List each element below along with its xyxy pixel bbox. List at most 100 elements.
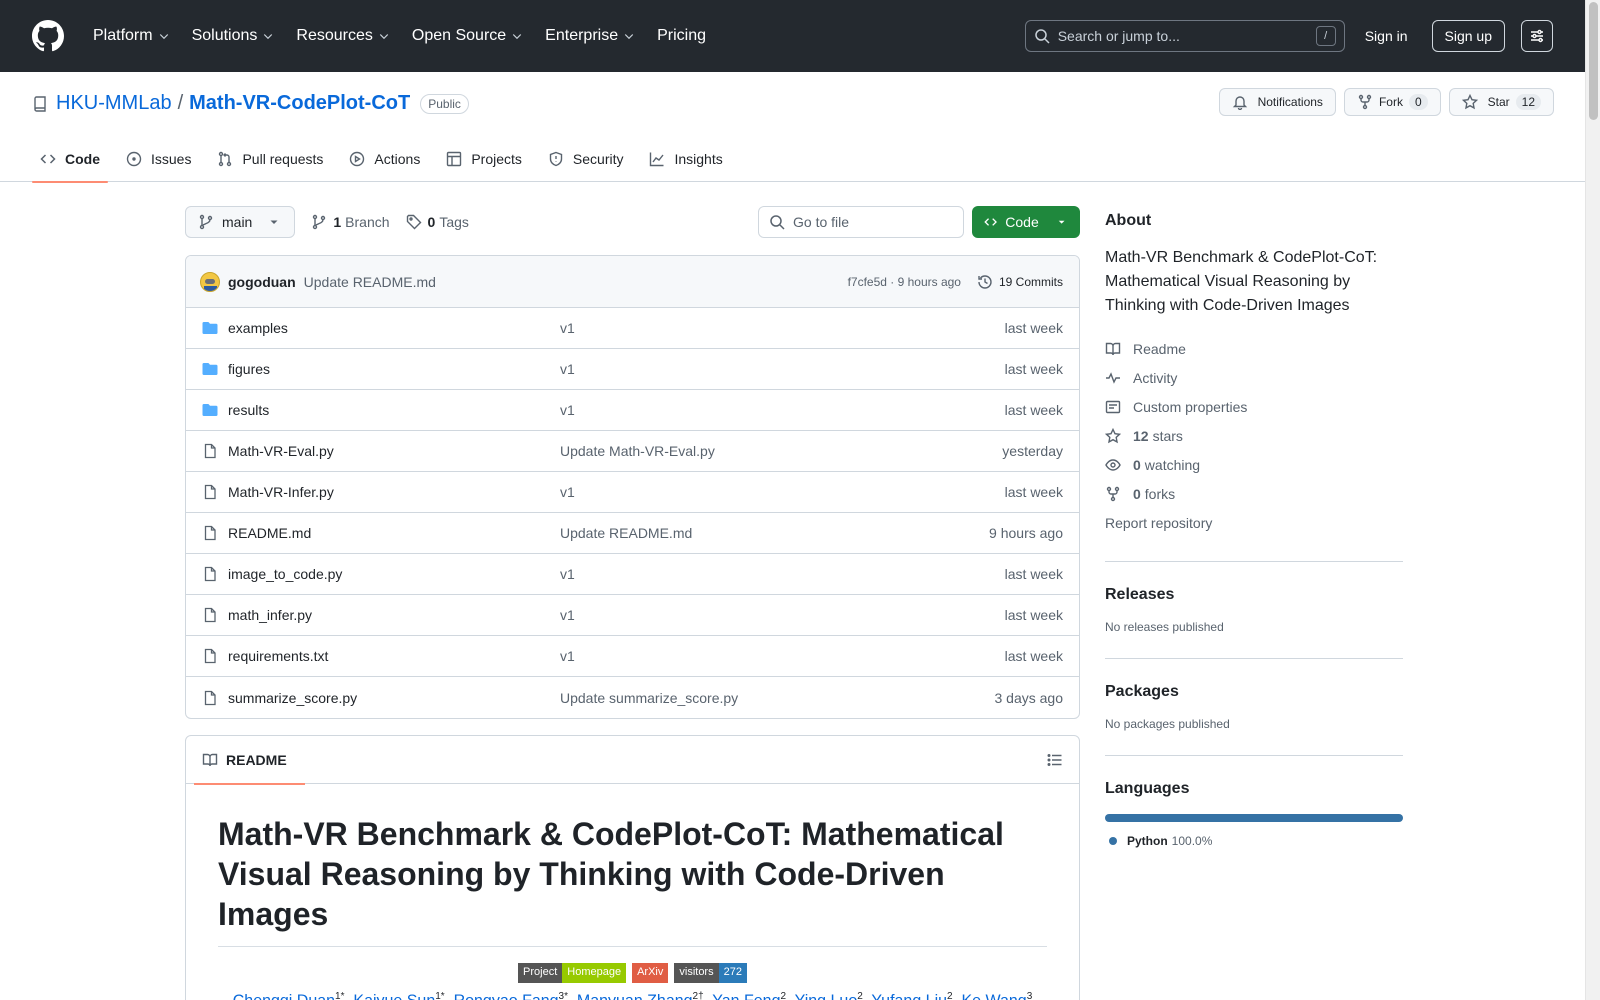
author-link[interactable]: Yan Feng (712, 992, 780, 1000)
stars-label: stars (1152, 427, 1183, 444)
file-commit-message-link[interactable]: v1 (560, 320, 1005, 336)
tab-security[interactable]: Security (540, 136, 632, 182)
author-link[interactable]: Yufang Liu (871, 992, 947, 1000)
table-row[interactable]: summarize_score.py Update summarize_score… (186, 677, 1079, 718)
report-repository-link[interactable]: Report repository (1105, 508, 1403, 537)
releases-heading[interactable]: Releases (1105, 586, 1403, 604)
nav-pricing-label: Pricing (657, 27, 706, 44)
tags-link[interactable]: 0 Tags (406, 214, 469, 230)
file-commit-message-link[interactable]: v1 (560, 484, 1005, 500)
tab-insights[interactable]: Insights (641, 136, 730, 182)
file-commit-message-link[interactable]: v1 (560, 402, 1005, 418)
file-name-link[interactable]: figures (228, 361, 560, 377)
table-row[interactable]: README.md Update README.md 9 hours ago (186, 513, 1079, 554)
badge-visitors-label: visitors (674, 963, 719, 983)
table-row[interactable]: examples v1 last week (186, 308, 1079, 349)
table-row[interactable]: results v1 last week (186, 390, 1079, 431)
activity-link-label: Activity (1133, 369, 1178, 386)
code-dropdown-button[interactable]: Code (972, 206, 1080, 238)
tab-projects[interactable]: Projects (438, 136, 530, 182)
author-link[interactable]: Rongyao Fang (454, 992, 559, 1000)
table-row[interactable]: requirements.txt v1 last week (186, 636, 1079, 677)
github-logo-icon[interactable] (32, 20, 64, 52)
repo-name-link[interactable]: Math-VR-CodePlot-CoT (189, 92, 410, 115)
readme-tab[interactable]: README (194, 736, 305, 785)
author-link[interactable]: Ying Luo (795, 992, 858, 1000)
list-unordered-icon[interactable] (1047, 752, 1063, 768)
go-to-file-placeholder: Go to file (793, 214, 850, 230)
file-commit-message-link[interactable]: v1 (560, 566, 1005, 582)
commit-author-link[interactable]: gogoduan (228, 274, 296, 290)
visitors-badge[interactable]: visitors 272 (674, 963, 747, 983)
tab-actions[interactable]: Actions (341, 136, 428, 182)
branches-link[interactable]: 1 Branch (311, 214, 390, 230)
file-commit-message-link[interactable]: v1 (560, 607, 1005, 623)
divider (1105, 755, 1403, 756)
watching-link[interactable]: 0 watching (1105, 450, 1403, 479)
badge-row: Project Homepage ArXiv visitors 272 (218, 963, 1047, 983)
author-link[interactable]: Chengqi Duan (233, 992, 335, 1000)
chevron-down-icon (159, 34, 168, 40)
commit-sha-time[interactable]: f7cfe5d · 9 hours ago (848, 275, 961, 289)
table-row[interactable]: math_infer.py v1 last week (186, 595, 1079, 636)
tab-issues[interactable]: Issues (118, 136, 199, 182)
watching-count: 0 (1133, 456, 1141, 473)
nav-enterprise[interactable]: Enterprise (538, 27, 642, 45)
table-row[interactable]: Math-VR-Infer.py v1 last week (186, 472, 1079, 513)
nav-open-source[interactable]: Open Source (405, 27, 530, 45)
scrollbar-thumb[interactable] (1589, 2, 1598, 120)
author-link[interactable]: Kaiyue Sun (353, 992, 435, 1000)
go-to-file-input[interactable]: Go to file (758, 206, 964, 238)
fork-button[interactable]: Fork 0 (1343, 88, 1441, 116)
arxiv-badge[interactable]: ArXiv (632, 963, 669, 983)
author-link[interactable]: Manyuan Zhang (577, 992, 693, 1000)
fork-count: 0 (1408, 94, 1428, 110)
nav-resources[interactable]: Resources (289, 27, 396, 45)
notifications-button[interactable]: Notifications (1218, 88, 1336, 116)
file-commit-message-link[interactable]: Update README.md (560, 525, 989, 541)
file-name-link[interactable]: image_to_code.py (228, 566, 560, 582)
repo-owner-link[interactable]: HKU-MMLab (56, 92, 172, 115)
activity-link[interactable]: Activity (1105, 363, 1403, 392)
table-row[interactable]: figures v1 last week (186, 349, 1079, 390)
table-row[interactable]: image_to_code.py v1 last week (186, 554, 1079, 595)
tab-pull-requests[interactable]: Pull requests (209, 136, 331, 182)
nav-solutions[interactable]: Solutions (185, 27, 282, 45)
sliders-icon (1531, 29, 1543, 43)
readme-link[interactable]: Readme (1105, 334, 1403, 363)
file-icon (204, 525, 216, 541)
commits-history-link[interactable]: 19 Commits (977, 274, 1063, 290)
file-commit-message-link[interactable]: Update summarize_score.py (560, 690, 995, 706)
table-row[interactable]: Math-VR-Eval.py Update Math-VR-Eval.py yes… (186, 431, 1079, 472)
file-name-link[interactable]: summarize_score.py (228, 690, 560, 706)
sign-up-button[interactable]: Sign up (1431, 20, 1505, 52)
file-commit-message-link[interactable]: v1 (560, 648, 1005, 664)
file-name-link[interactable]: Math-VR-Eval.py (228, 443, 560, 459)
branch-selector[interactable]: main (185, 206, 296, 238)
global-search-input[interactable]: Search or jump to... / (1024, 20, 1345, 52)
commit-message-link[interactable]: Update README.md (304, 274, 436, 290)
project-homepage-badge[interactable]: Project Homepage (518, 963, 627, 983)
custom-properties-link[interactable]: Custom properties (1105, 392, 1403, 421)
packages-heading[interactable]: Packages (1105, 683, 1403, 701)
avatar[interactable] (200, 271, 220, 292)
page-scrollbar[interactable] (1585, 0, 1600, 1000)
file-name-link[interactable]: Math-VR-Infer.py (228, 484, 560, 500)
star-button[interactable]: Star 12 (1448, 88, 1554, 116)
settings-menu-button[interactable] (1521, 20, 1553, 52)
file-name-link[interactable]: math_infer.py (228, 607, 560, 623)
stars-link[interactable]: 12 stars (1105, 421, 1403, 450)
language-item-python[interactable]: Python 100.0% (1105, 834, 1403, 848)
forks-link[interactable]: 0 forks (1105, 479, 1403, 508)
tab-code[interactable]: Code (32, 136, 108, 183)
nav-pricing[interactable]: Pricing (650, 27, 713, 45)
file-name-link[interactable]: examples (228, 320, 560, 336)
file-commit-message-link[interactable]: v1 (560, 361, 1005, 377)
file-name-link[interactable]: requirements.txt (228, 648, 560, 664)
file-name-link[interactable]: results (228, 402, 560, 418)
sign-in-link[interactable]: Sign in (1365, 28, 1408, 44)
nav-platform[interactable]: Platform (86, 27, 177, 45)
file-name-link[interactable]: README.md (228, 525, 560, 541)
file-commit-message-link[interactable]: Update Math-VR-Eval.py (560, 443, 1002, 459)
author-link[interactable]: Ke Wang (961, 992, 1026, 1000)
